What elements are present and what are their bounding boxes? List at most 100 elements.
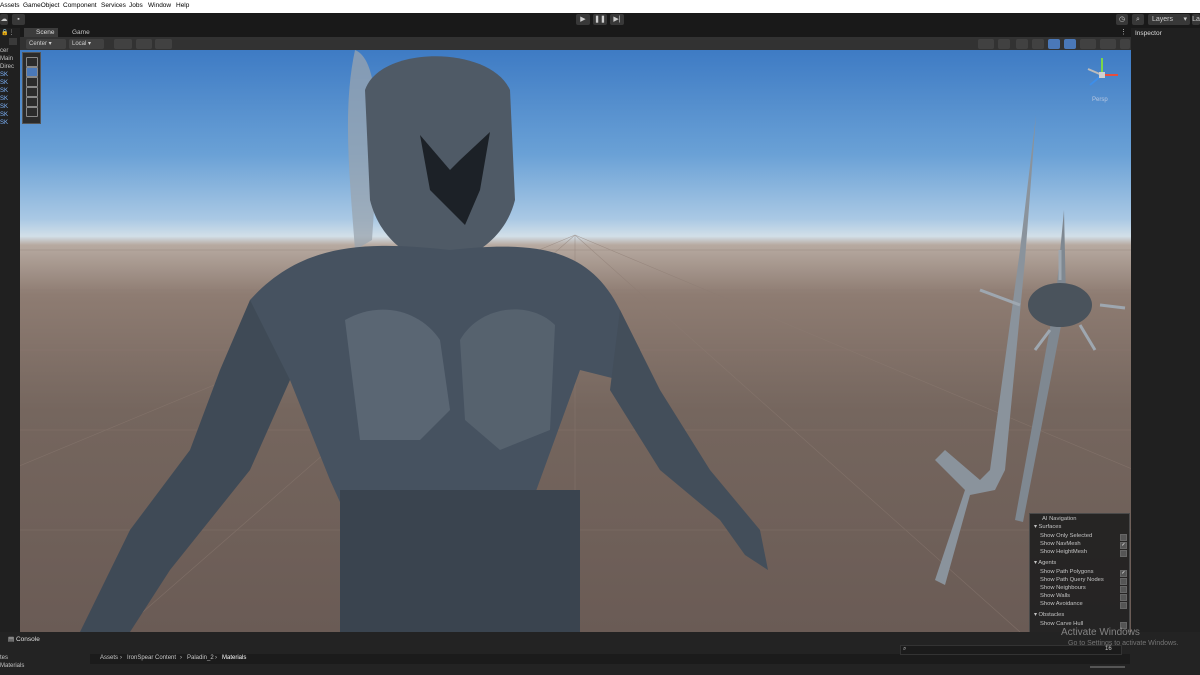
hierarchy-item[interactable]: SK xyxy=(0,112,8,118)
scene-toolbar: Center ▾ Local ▾ xyxy=(20,37,1131,50)
menu-gameobject[interactable]: GameObject xyxy=(23,2,60,9)
breadcrumb-paladin[interactable]: Paladin_2 xyxy=(187,655,214,661)
hierarchy-item[interactable]: cer xyxy=(0,48,8,54)
hierarchy-item[interactable]: Main xyxy=(0,56,13,62)
transform-tool-icon[interactable] xyxy=(26,107,38,117)
scene-render xyxy=(20,50,1131,632)
tab-game-label: Game xyxy=(72,29,90,36)
persp-label[interactable]: Persp xyxy=(1092,97,1108,103)
show-only-selected-checkbox[interactable] xyxy=(1120,534,1127,541)
effects-icon[interactable] xyxy=(1048,38,1060,49)
add-icon[interactable] xyxy=(9,38,17,45)
show-path-polygons-label: Show Path Polygons xyxy=(1040,569,1094,575)
rotate-tool-icon[interactable] xyxy=(26,77,38,87)
show-only-selected-label: Show Only Selected xyxy=(1040,533,1093,539)
tools-overlay xyxy=(22,52,41,124)
breadcrumb-assets[interactable]: Assets xyxy=(100,655,118,661)
breadcrumb: Assets › IronSpear Content › Paladin_2 ›… xyxy=(90,654,1130,664)
layers-label: Layers xyxy=(1152,16,1174,23)
scene-viewport[interactable]: Persp xyxy=(20,50,1131,632)
gizmos-icon[interactable] xyxy=(1100,38,1116,49)
show-avoidance-label: Show Avoidance xyxy=(1040,601,1083,607)
layout-dropdown[interactable]: La xyxy=(1192,14,1200,25)
inspector-tab-label: Inspector xyxy=(1135,30,1162,37)
lock-icon[interactable]: 🔒⋮ xyxy=(1,29,19,37)
grid-snap-icon[interactable] xyxy=(114,38,132,49)
show-heightmesh-label: Show HeightMesh xyxy=(1040,549,1088,555)
show-path-query-nodes-checkbox[interactable] xyxy=(1120,578,1127,585)
more-options-icon[interactable]: ⋮ xyxy=(1120,28,1127,36)
show-walls-checkbox[interactable] xyxy=(1120,594,1127,601)
audio-icon[interactable] xyxy=(1032,38,1044,49)
hierarchy-item[interactable]: SK xyxy=(0,88,8,94)
chevron-down-icon: ▾ xyxy=(1183,16,1187,23)
menu-bar: Assets GameObject Component Services Job… xyxy=(0,0,1200,13)
show-path-polygons-checkbox[interactable]: ✓ xyxy=(1120,570,1127,577)
snap-increment-icon[interactable] xyxy=(136,38,152,49)
zoom-slider[interactable] xyxy=(1090,666,1125,668)
cloud-icon[interactable]: ☁ xyxy=(0,14,8,25)
overlay-menu-icon[interactable] xyxy=(1120,38,1130,49)
agents-heading[interactable]: ▾ Agents xyxy=(1034,560,1056,566)
camera-icon[interactable] xyxy=(1080,38,1096,49)
show-path-query-nodes-label: Show Path Query Nodes xyxy=(1040,577,1104,583)
tab-game[interactable]: Game xyxy=(60,28,94,37)
pivot-dropdown[interactable]: Center ▾ xyxy=(26,38,66,49)
knight-model[interactable] xyxy=(80,50,768,632)
step-button[interactable]: ▶| xyxy=(610,14,624,25)
menu-window[interactable]: Window xyxy=(148,2,171,9)
show-avoidance-checkbox[interactable] xyxy=(1120,602,1127,609)
orientation-gizmo[interactable] xyxy=(1082,55,1122,95)
console-tab-label: Console xyxy=(15,636,40,643)
menu-assets[interactable]: Assets xyxy=(0,2,20,9)
show-navmesh-checkbox[interactable]: ✓ xyxy=(1120,542,1127,549)
layers-dropdown[interactable]: Layers ▾ xyxy=(1148,14,1190,25)
hierarchy-item[interactable]: SK xyxy=(0,96,8,102)
tab-inspector[interactable]: Inspector xyxy=(1135,30,1162,37)
project-item[interactable]: tes xyxy=(0,655,8,661)
menu-jobs[interactable]: Jobs xyxy=(129,2,143,9)
show-navmesh-label: Show NavMesh xyxy=(1040,541,1081,547)
ai-nav-title: AI Navigation xyxy=(1042,516,1077,522)
move-tool-icon[interactable] xyxy=(26,67,38,77)
scale-tool-icon[interactable] xyxy=(26,87,38,97)
hierarchy-item[interactable]: SK xyxy=(0,80,8,86)
space-dropdown[interactable]: Local ▾ xyxy=(69,38,104,49)
rect-tool-icon[interactable] xyxy=(26,97,38,107)
show-neighbours-label: Show Neighbours xyxy=(1040,585,1086,591)
hierarchy-item[interactable]: SK xyxy=(0,104,8,110)
pivot-label: Center xyxy=(29,40,48,47)
search-icon[interactable]: ⌕ xyxy=(1132,14,1144,25)
search-icon: ⌕ xyxy=(903,646,907,652)
breadcrumb-ironspear[interactable]: IronSpear Content xyxy=(127,655,176,661)
inspector-panel: Inspector xyxy=(1131,28,1200,632)
console-icon: ▤ xyxy=(8,636,15,643)
main-toolbar: ☁ ▪ ▶ ❚❚ ▶| ◷ ⌕ Layers ▾ La xyxy=(0,13,1200,28)
breadcrumb-materials[interactable]: Materials xyxy=(222,655,246,661)
grid-icon[interactable] xyxy=(155,38,172,49)
play-button[interactable]: ▶ xyxy=(576,14,590,25)
hierarchy-item[interactable]: SK xyxy=(0,72,8,78)
lighting-icon[interactable] xyxy=(1016,38,1028,49)
account-icon[interactable]: ▪ xyxy=(12,14,25,25)
layout-label: La xyxy=(1192,16,1200,23)
surfaces-heading[interactable]: ▾ Surfaces xyxy=(1034,524,1061,530)
hand-tool-icon[interactable] xyxy=(26,57,38,67)
hierarchy-item[interactable]: Direc xyxy=(0,64,14,70)
menu-help[interactable]: Help xyxy=(176,2,189,9)
hidden-objects-icon[interactable] xyxy=(1064,38,1076,49)
obstacles-heading[interactable]: ▾ Obstacles xyxy=(1034,612,1064,618)
menu-component[interactable]: Component xyxy=(63,2,97,9)
hierarchy-item[interactable]: SK xyxy=(0,120,8,126)
menu-services[interactable]: Services xyxy=(101,2,126,9)
tab-console[interactable]: ▤ Console xyxy=(8,635,40,643)
history-icon[interactable]: ◷ xyxy=(1116,14,1128,25)
show-heightmesh-checkbox[interactable] xyxy=(1120,550,1127,557)
2d-toggle[interactable] xyxy=(998,38,1010,49)
tab-scene[interactable]: Scene xyxy=(24,28,59,37)
pause-button[interactable]: ❚❚ xyxy=(593,14,607,25)
draw-mode-icon[interactable] xyxy=(978,38,994,49)
hierarchy-panel: 🔒⋮ cer Main Direc SK SK SK SK SK SK SK xyxy=(0,28,20,632)
project-item[interactable]: Materials xyxy=(0,663,24,669)
show-neighbours-checkbox[interactable] xyxy=(1120,586,1127,593)
